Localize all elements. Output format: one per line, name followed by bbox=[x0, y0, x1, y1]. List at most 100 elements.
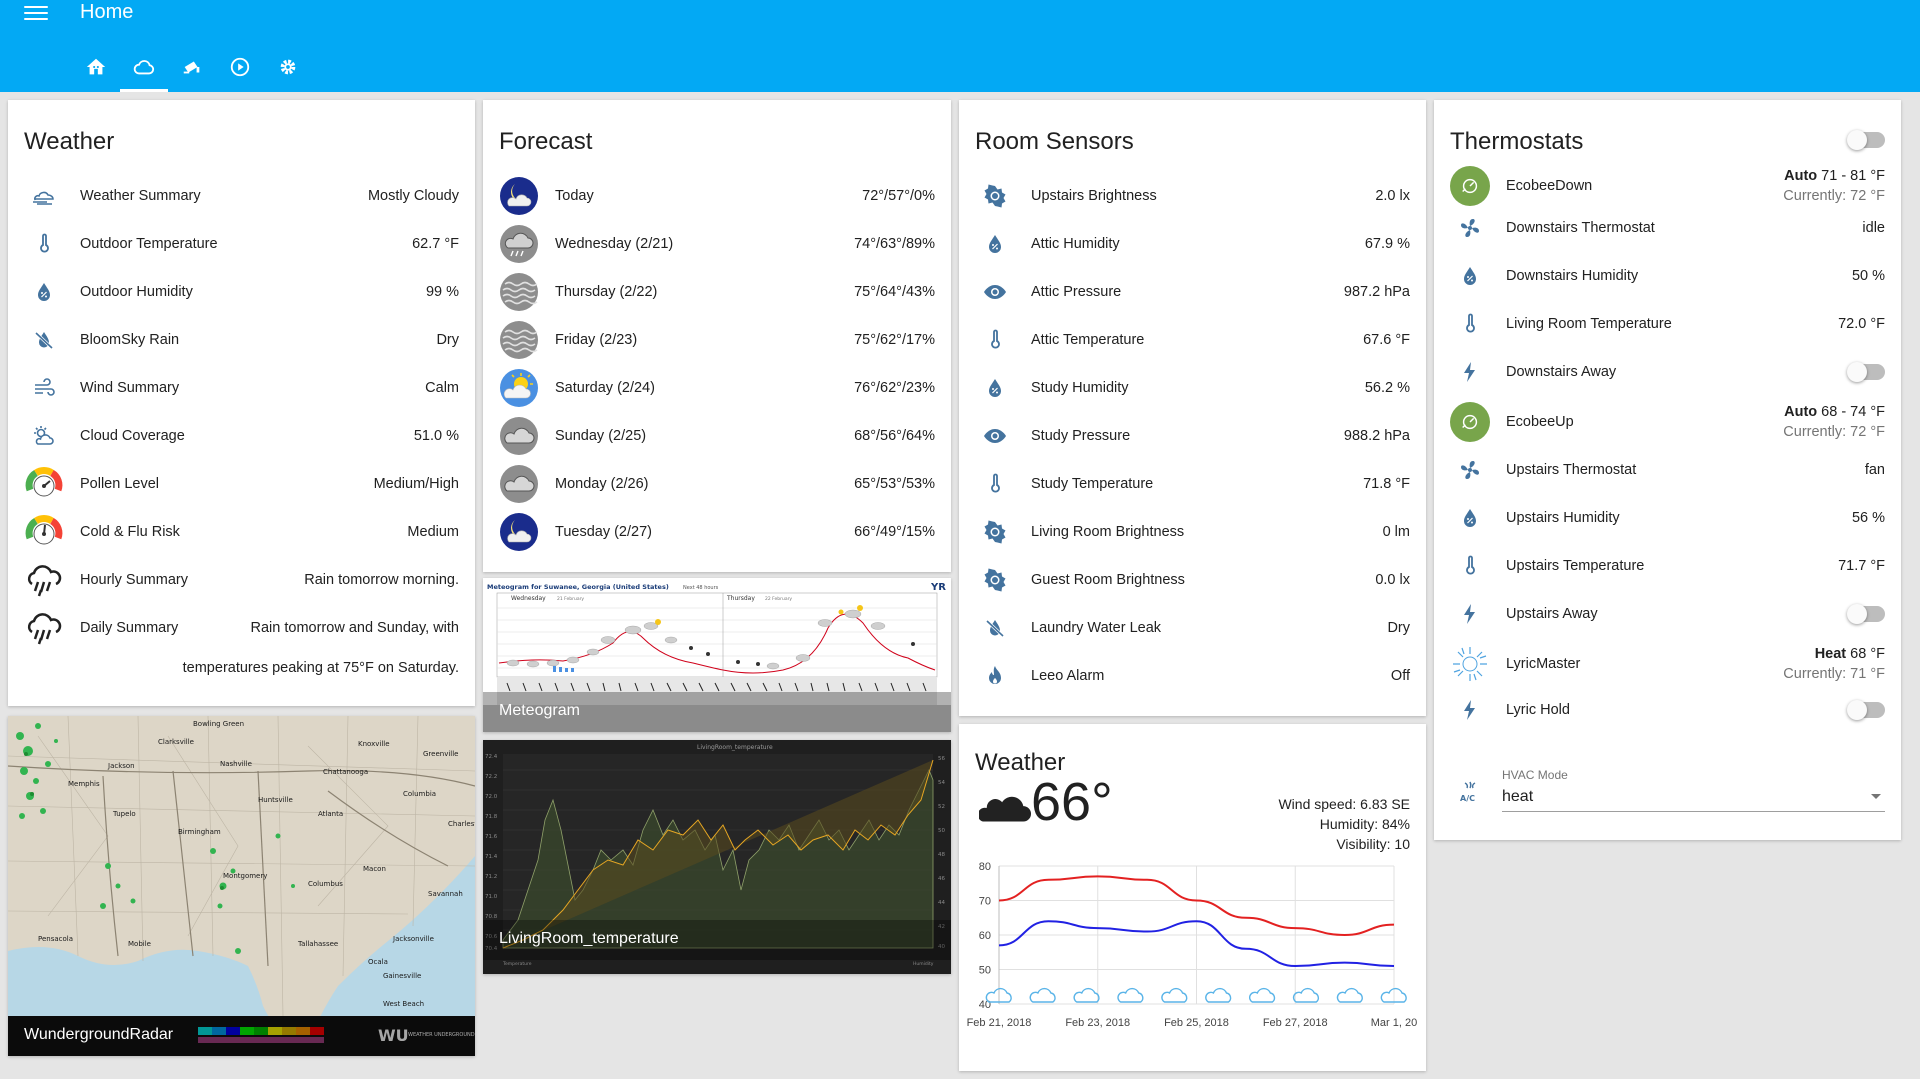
y-tick-right: 52 bbox=[938, 804, 945, 810]
wind-summary-row[interactable]: Wind Summary Calm bbox=[8, 364, 475, 412]
thermostat-row[interactable]: Upstairs Thermostat fan bbox=[1434, 446, 1901, 494]
sensor-row[interactable]: Guest Room Brightness 0.0 lx bbox=[959, 556, 1426, 604]
thermostat-row[interactable]: Living Room Temperature 72.0 °F bbox=[1434, 300, 1901, 348]
outdoor-temperature-row[interactable]: Outdoor Temperature 62.7 °F bbox=[8, 220, 475, 268]
weather-summary-row[interactable]: Weather Summary Mostly Cloudy bbox=[8, 172, 475, 220]
partly-cloudy-day-icon bbox=[500, 369, 538, 407]
sensor-row[interactable]: Study Humidity 56.2 % bbox=[959, 364, 1426, 412]
radar-image-card[interactable]: Bowling Green Clarksville Nashville Memp… bbox=[8, 716, 475, 1056]
water-percent-icon bbox=[1464, 509, 1476, 527]
water-off-icon bbox=[985, 619, 1005, 638]
tab-media[interactable] bbox=[216, 50, 264, 92]
y-tick-right: 44 bbox=[938, 900, 945, 906]
y-tick-left: 72.4 bbox=[485, 754, 498, 760]
weather-chart-card: Weather 66° Wind speed: 6.83 SE Humidity… bbox=[959, 724, 1426, 1071]
y-tick-left: 71.4 bbox=[485, 854, 498, 860]
city-label: Columbia bbox=[403, 790, 436, 798]
group-toggle[interactable] bbox=[1847, 130, 1885, 150]
weather-cloud-icon bbox=[33, 191, 54, 205]
y-tick-label: 80 bbox=[979, 861, 991, 873]
sun-icon bbox=[1453, 647, 1487, 681]
y-tick-right: 50 bbox=[938, 828, 945, 834]
gauge-icon bbox=[25, 515, 63, 545]
thermostat-row[interactable]: LyricMaster Heat 68 °F Currently: 71 °F bbox=[1434, 638, 1901, 690]
forecast-row[interactable]: Thursday (2/22) 75°/64°/43% bbox=[483, 268, 951, 316]
cloud-icon bbox=[133, 60, 155, 75]
hourly-summary-row[interactable]: Hourly Summary Rain tomorrow morning. bbox=[8, 556, 475, 604]
outdoor-humidity-row[interactable]: Outdoor Humidity 99 % bbox=[8, 268, 475, 316]
card-title: Weather bbox=[24, 128, 115, 155]
city-label: Birmingham bbox=[178, 828, 221, 836]
tab-home[interactable] bbox=[72, 50, 120, 92]
thermostat-row[interactable]: Upstairs Away bbox=[1434, 590, 1901, 638]
away-toggle[interactable] bbox=[1847, 362, 1885, 382]
city-label: Chattanooga bbox=[323, 768, 368, 776]
sensor-row[interactable]: Attic Pressure 987.2 hPa bbox=[959, 268, 1426, 316]
humidity: Humidity: 84% bbox=[1319, 816, 1410, 832]
forecast-row[interactable]: Today 72°/57°/0% bbox=[483, 172, 951, 220]
city-label: Mobile bbox=[128, 940, 151, 948]
city-label: West Beach bbox=[383, 1000, 424, 1008]
forecast-row[interactable]: Tuesday (2/27) 66°/49°/15% bbox=[483, 508, 951, 556]
forecast-row[interactable]: Wednesday (2/21) 74°/63°/89% bbox=[483, 220, 951, 268]
thermostat-icon bbox=[1462, 178, 1478, 194]
city-label: Jacksonville bbox=[392, 935, 434, 943]
thermostat-row[interactable]: Upstairs Humidity 56 % bbox=[1434, 494, 1901, 542]
menu-icon[interactable] bbox=[22, 2, 50, 26]
top-app-bar: Home bbox=[0, 0, 1920, 92]
play-icon bbox=[230, 57, 250, 77]
sensor-row[interactable]: Upstairs Brightness 2.0 lx bbox=[959, 172, 1426, 220]
city-label: Savannah bbox=[428, 890, 463, 898]
thermostat-row[interactable]: Upstairs Temperature 71.7 °F bbox=[1434, 542, 1901, 590]
city-label: Ocala bbox=[368, 958, 388, 966]
sensor-row[interactable]: Leeo Alarm Off bbox=[959, 652, 1426, 700]
forecast-row[interactable]: Monday (2/26) 65°/53°/53% bbox=[483, 460, 951, 508]
thermostats-card: Thermostats EcobeeDown Auto 71 - 81 °F Cur… bbox=[1434, 100, 1901, 840]
tab-weather[interactable] bbox=[120, 50, 168, 92]
wind-icon bbox=[35, 378, 55, 396]
sensor-row[interactable]: Laundry Water Leak Dry bbox=[959, 604, 1426, 652]
sensor-row[interactable]: Attic Humidity 67.9 % bbox=[959, 220, 1426, 268]
city-label: Memphis bbox=[68, 780, 100, 788]
thermometer-icon bbox=[991, 473, 1000, 493]
hvac-mode[interactable]: A/C HVAC Mode heat bbox=[1434, 768, 1901, 816]
cold-flu-risk-row[interactable]: Cold & Flu Risk Medium bbox=[8, 508, 475, 556]
brightness-icon bbox=[984, 184, 1006, 208]
tab-cameras[interactable] bbox=[168, 50, 216, 92]
cloud-coverage-row[interactable]: Cloud Coverage 51.0 % bbox=[8, 412, 475, 460]
hvac-mode-select[interactable]: heat bbox=[1502, 784, 1885, 812]
history-graph-card[interactable]: LivingRoom_temperature 72.4 72.2 72.0 71… bbox=[483, 740, 951, 974]
thermometer-icon bbox=[1466, 313, 1475, 333]
forecast-row[interactable]: Saturday (2/24) 76°/62°/23% bbox=[483, 364, 951, 412]
sensor-row[interactable]: Study Pressure 988.2 hPa bbox=[959, 412, 1426, 460]
thermostat-row[interactable]: EcobeeUp Auto 68 - 74 °F Currently: 72 °F bbox=[1434, 396, 1901, 448]
card-title: Forecast bbox=[499, 128, 593, 155]
forecast-row[interactable]: Friday (2/23) 75°/62°/17% bbox=[483, 316, 951, 364]
tab-settings[interactable] bbox=[264, 50, 312, 92]
daily-summary-row[interactable]: Daily Summary Rain tomorrow and Sunday, … bbox=[8, 604, 475, 652]
thermostat-row[interactable]: Lyric Hold bbox=[1434, 686, 1901, 734]
y-tick-right: 48 bbox=[938, 852, 945, 858]
fog-icon bbox=[500, 321, 538, 359]
night-partly-cloudy-icon bbox=[500, 177, 538, 215]
away-toggle[interactable] bbox=[1847, 700, 1885, 720]
thermostat-row[interactable]: Downstairs Humidity 50 % bbox=[1434, 252, 1901, 300]
thermostat-row[interactable]: Downstairs Away bbox=[1434, 348, 1901, 396]
sensor-row[interactable]: Study Temperature 71.8 °F bbox=[959, 460, 1426, 508]
bloomsky-rain-row[interactable]: BloomSky Rain Dry bbox=[8, 316, 475, 364]
thermostat-current: Currently: 72 °F bbox=[1783, 424, 1885, 440]
meteogram-card[interactable]: Meteogram for Suwanee, Georgia (United S… bbox=[483, 578, 951, 732]
sensor-row[interactable]: Attic Temperature 67.6 °F bbox=[959, 316, 1426, 364]
radar-caption: WundergroundRadar bbox=[8, 1016, 475, 1056]
thermostat-current: Currently: 72 °F bbox=[1783, 188, 1885, 204]
away-toggle[interactable] bbox=[1847, 604, 1885, 624]
sensor-row[interactable]: Living Room Brightness 0 lm bbox=[959, 508, 1426, 556]
city-label: Greenville bbox=[423, 750, 458, 758]
forecast-row[interactable]: Sunday (2/25) 68°/56°/64% bbox=[483, 412, 951, 460]
thermostat-row[interactable]: Downstairs Thermostat idle bbox=[1434, 204, 1901, 252]
thermostat-range: 68 - 74 °F bbox=[1821, 404, 1885, 420]
radar-map: Bowling Green Clarksville Nashville Memp… bbox=[8, 716, 475, 1056]
flash-icon bbox=[1464, 604, 1475, 624]
pollen-level-row[interactable]: Pollen Level Medium/High bbox=[8, 460, 475, 508]
thermostat-range: 68 °F bbox=[1850, 646, 1885, 662]
